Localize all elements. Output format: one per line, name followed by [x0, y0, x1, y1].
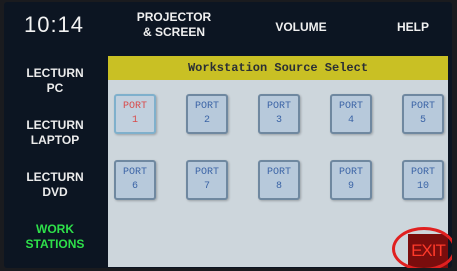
port-8-button[interactable]: PORT 8	[258, 160, 300, 200]
sidebar-item-label: LECTURN	[26, 118, 84, 132]
port-label: PORT	[338, 101, 363, 112]
volume-button[interactable]: VOLUME	[266, 20, 336, 35]
port-label: PORT	[194, 101, 219, 112]
port-1-button[interactable]: PORT 1	[114, 94, 156, 134]
port-3-button[interactable]: PORT 3	[258, 94, 300, 134]
port-label: PORT	[266, 167, 291, 178]
sidebar-item-label: STATIONS	[25, 237, 85, 251]
port-label: PORT	[194, 167, 219, 178]
port-label: PORT	[266, 101, 291, 112]
port-number: 7	[203, 181, 210, 192]
port-number: 3	[275, 115, 282, 126]
port-6-button[interactable]: PORT 6	[114, 160, 156, 200]
port-number: 10	[416, 181, 429, 192]
port-2-button[interactable]: PORT 2	[186, 94, 228, 134]
projector-label-line2: & SCREEN	[142, 25, 205, 39]
port-label: PORT	[122, 167, 147, 178]
port-label: PORT	[122, 101, 147, 112]
port-number: 8	[275, 181, 282, 192]
port-9-button[interactable]: PORT 9	[330, 160, 372, 200]
port-number: 5	[419, 115, 426, 126]
port-label: PORT	[410, 167, 435, 178]
sidebar-item-work-stations[interactable]: WORK STATIONS	[6, 222, 104, 252]
help-button[interactable]: HELP	[388, 20, 438, 35]
port-5-button[interactable]: PORT 5	[402, 94, 444, 134]
touch-panel-screen: 10:14 PROJECTOR & SCREEN VOLUME HELP LEC…	[4, 2, 452, 268]
port-number: 6	[131, 181, 138, 192]
sidebar-item-lecturn-pc[interactable]: LECTURN PC	[6, 66, 104, 96]
source-select-panel: Workstation Source Select PORT 1 PORT 2 …	[108, 56, 448, 267]
port-10-button[interactable]: PORT 10	[402, 160, 444, 200]
port-number: 2	[203, 115, 210, 126]
sidebar-item-lecturn-laptop[interactable]: LECTURN LAPTOP	[6, 118, 104, 148]
panel-title: Workstation Source Select	[108, 56, 448, 80]
port-label: PORT	[410, 101, 435, 112]
projector-label-line1: PROJECTOR	[136, 10, 212, 24]
sidebar-item-label: LECTURN	[26, 66, 84, 80]
sidebar-item-label: WORK	[36, 222, 74, 236]
sidebar-item-label: LECTURN	[26, 170, 84, 184]
clock: 10:14	[23, 12, 85, 37]
port-4-button[interactable]: PORT 4	[330, 94, 372, 134]
port-number: 1	[131, 115, 138, 126]
sidebar-item-label: PC	[46, 81, 64, 95]
projector-screen-button[interactable]: PROJECTOR & SCREEN	[124, 10, 224, 40]
port-label: PORT	[338, 167, 363, 178]
port-7-button[interactable]: PORT 7	[186, 160, 228, 200]
port-number: 9	[347, 181, 354, 192]
port-number: 4	[347, 115, 354, 126]
sidebar-item-lecturn-dvd[interactable]: LECTURN DVD	[6, 170, 104, 200]
sidebar-item-label: LAPTOP	[30, 133, 80, 147]
exit-button[interactable]: EXIT	[408, 234, 448, 268]
sidebar-item-label: DVD	[42, 185, 68, 199]
